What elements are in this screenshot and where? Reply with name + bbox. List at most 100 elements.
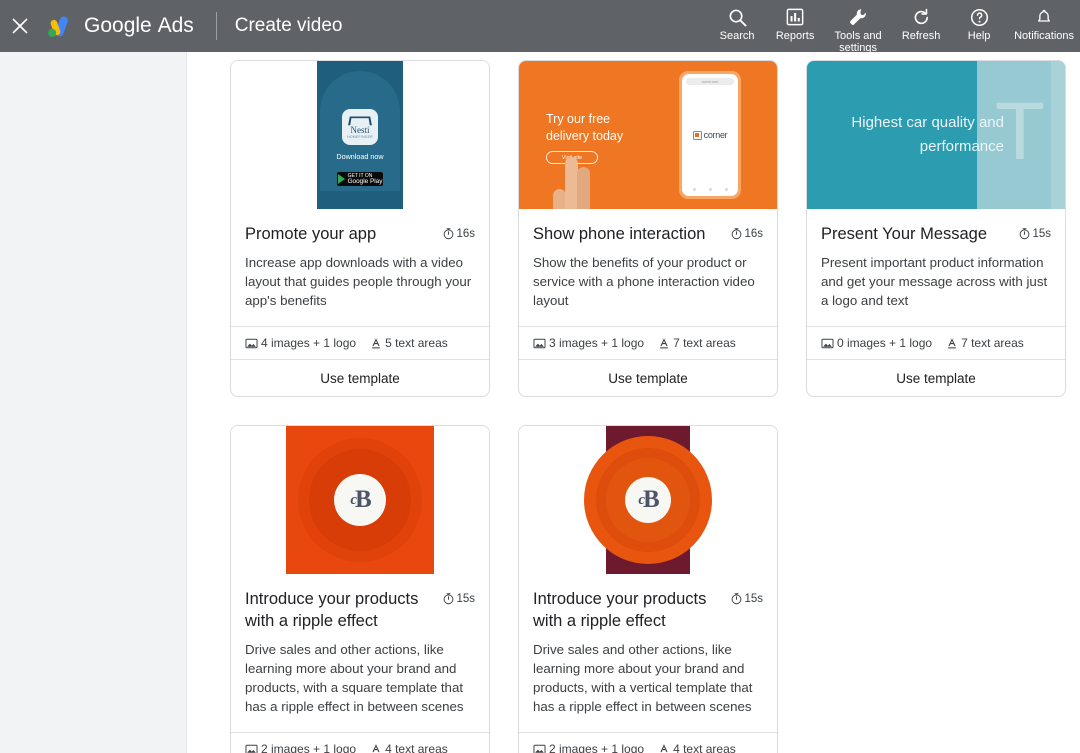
image-icon (245, 743, 258, 753)
timer-icon (730, 227, 743, 240)
use-template-button[interactable]: Use template (807, 359, 1065, 396)
roof-shape (348, 116, 372, 125)
card-description: Present important product information an… (807, 245, 1065, 326)
meta-text-areas-text: 7 text areas (961, 336, 1024, 350)
thumbnail-app-portrait: Nesti HOMEFINDER Download now GET IT ON … (317, 61, 403, 209)
template-thumbnail: cB (519, 426, 777, 574)
bell-icon (1035, 6, 1053, 28)
header-action-tools-and-settings[interactable]: Tools and settings (824, 4, 892, 54)
header-action-label: Refresh (902, 30, 941, 42)
card-title: Present Your Message (821, 223, 1012, 245)
template-card[interactable]: Nesti HOMEFINDER Download now GET IT ON … (230, 60, 490, 397)
google-ads-brand[interactable]: Google Ads (44, 11, 194, 41)
phone-brand-logo: corner (693, 130, 728, 140)
template-card[interactable]: Try our freedelivery today Visit site co… (518, 60, 778, 397)
meta-text-areas: 7 text areas (658, 336, 736, 350)
text-format-icon (370, 743, 382, 753)
card-meta: 4 images + 1 logo 5 text areas (231, 326, 489, 359)
meta-text-areas-text: 4 text areas (385, 742, 448, 753)
use-template-button[interactable]: Use template (231, 359, 489, 396)
header-action-search[interactable]: Search (708, 4, 766, 42)
meta-text-areas-text: 5 text areas (385, 336, 448, 350)
meta-text-areas: 5 text areas (370, 336, 448, 350)
text-format-icon (658, 743, 670, 753)
image-icon (533, 743, 546, 753)
phone-device: corner.com corner (679, 71, 741, 199)
header-action-refresh[interactable]: Refresh (892, 4, 950, 42)
meta-images-text: 4 images + 1 logo (261, 336, 356, 350)
header-action-label: Help (968, 30, 991, 42)
meta-text-areas: 7 text areas (946, 336, 1024, 350)
card-description: Increase app downloads with a video layo… (231, 245, 489, 326)
duration-text: 15s (744, 593, 763, 605)
header-action-help[interactable]: Help (950, 4, 1008, 42)
right-edge-shape (1051, 61, 1065, 209)
play-badge-main: Google Play (348, 179, 383, 184)
brand-ads: Ads (158, 14, 194, 37)
template-card[interactable]: cB Introduce your products with a ripple… (518, 425, 778, 753)
app-icon: Nesti HOMEFINDER (342, 109, 378, 145)
duration-text: 16s (456, 228, 475, 240)
thumbnail-caption: Download now (336, 152, 383, 161)
phone-screen: corner.com corner (682, 74, 738, 196)
text-format-icon (370, 337, 382, 350)
left-sidebar (0, 52, 187, 753)
thumbnail-headline: Try our freedelivery today (546, 111, 623, 145)
phone-dots (682, 188, 738, 191)
close-icon (11, 17, 29, 35)
timer-icon (730, 592, 743, 605)
card-title-row: Show phone interaction 16s (519, 209, 777, 245)
meta-text-areas: 4 text areas (658, 742, 736, 753)
timer-icon (442, 227, 455, 240)
header-action-label: Tools and settings (830, 30, 886, 54)
header-action-reports[interactable]: Reports (766, 4, 824, 42)
meta-images-text: 2 images + 1 logo (549, 742, 644, 753)
template-thumbnail: Try our freedelivery today Visit site co… (519, 61, 777, 209)
card-title-row: Promote your app 16s (231, 209, 489, 245)
google-ads-logo-icon (44, 11, 74, 41)
card-duration: 16s (442, 223, 475, 240)
play-icon (338, 174, 345, 184)
refresh-icon (912, 6, 931, 28)
card-description: Show the benefits of your product or ser… (519, 245, 777, 326)
timer-icon (442, 592, 455, 605)
template-thumbnail: T Highest car quality and performance (807, 61, 1065, 209)
text-format-icon (658, 337, 670, 350)
card-duration: 16s (730, 223, 763, 240)
badge-letter: B (643, 486, 658, 514)
brand-wordmark: corner (704, 130, 728, 140)
help-icon (970, 6, 989, 28)
brand-badge: cB (334, 474, 386, 526)
text-format-icon (946, 337, 958, 350)
search-icon (728, 6, 747, 28)
app-subtitle: HOMEFINDER (347, 135, 373, 139)
thumbnail-message: T Highest car quality and performance (807, 61, 1065, 209)
phone-url-text: corner.com (702, 80, 719, 84)
template-card[interactable]: T Highest car quality and performance Pr… (806, 60, 1066, 397)
header-action-notifications[interactable]: Notifications (1008, 4, 1080, 42)
card-duration: 15s (730, 588, 763, 605)
card-meta: 0 images + 1 logo 7 text areas (807, 326, 1065, 359)
card-title: Show phone interaction (533, 223, 724, 245)
meta-images: 2 images + 1 logo (533, 742, 644, 753)
card-duration: 15s (442, 588, 475, 605)
card-duration: 15s (1018, 223, 1051, 240)
template-thumbnail: Nesti HOMEFINDER Download now GET IT ON … (231, 61, 489, 209)
image-icon (245, 337, 258, 350)
header-action-label: Reports (776, 30, 815, 42)
page-body: Nesti HOMEFINDER Download now GET IT ON … (0, 52, 1080, 753)
template-grid: Nesti HOMEFINDER Download now GET IT ON … (188, 52, 1080, 753)
play-badge-text: GET IT ON Google Play (348, 174, 383, 184)
template-card[interactable]: cB Introduce your products with a ripple… (230, 425, 490, 753)
finger-shape (577, 167, 590, 209)
use-template-button[interactable]: Use template (519, 359, 777, 396)
close-button[interactable] (0, 0, 40, 52)
card-title: Introduce your products with a ripple ef… (533, 588, 724, 632)
card-title-row: Introduce your products with a ripple ef… (519, 574, 777, 632)
brand-badge: cB (625, 477, 671, 523)
google-play-badge: GET IT ON Google Play (337, 172, 383, 186)
image-icon (821, 337, 834, 350)
header-divider (216, 12, 217, 40)
badge-letter: B (355, 486, 370, 514)
card-title-row: Present Your Message 15s (807, 209, 1065, 245)
